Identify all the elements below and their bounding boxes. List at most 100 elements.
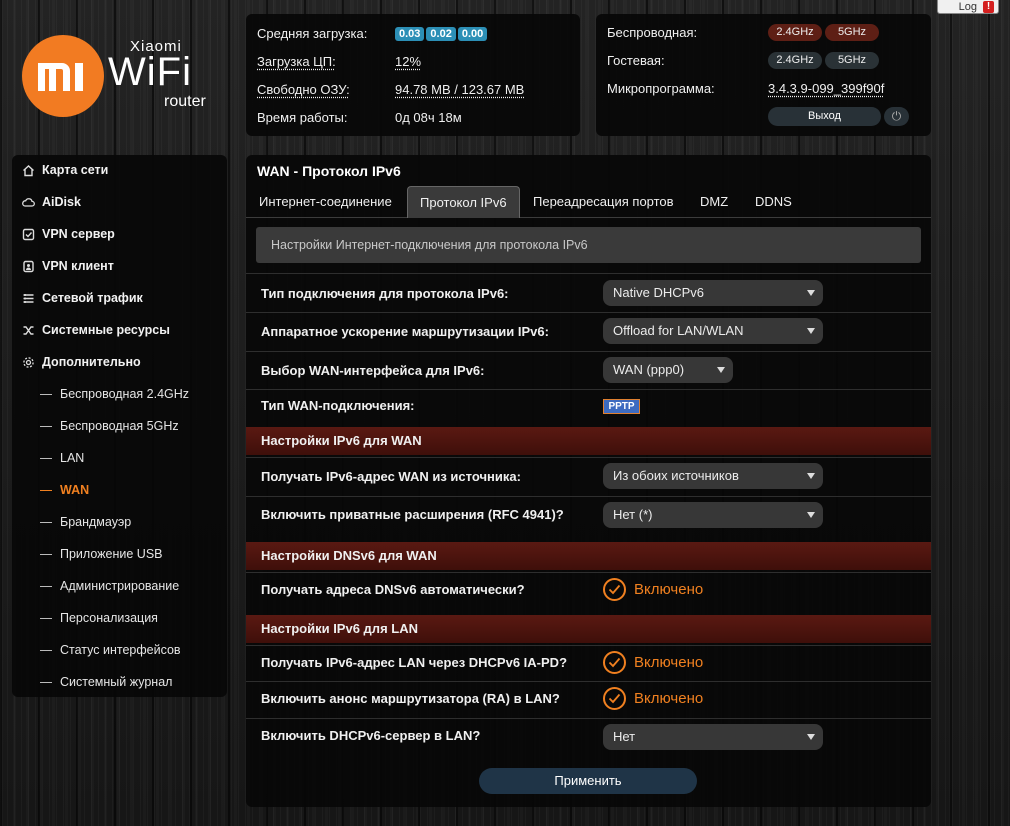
sidebar-subitem-syslog[interactable]: Системный журнал	[40, 672, 172, 692]
wireless-label: Беспроводная:	[607, 24, 698, 40]
addr-source-select[interactable]: Из обоих источников	[603, 463, 823, 489]
brand-big: WiFi	[108, 50, 192, 94]
sidebar-item-aidisk[interactable]: AiDisk	[22, 192, 81, 212]
cpu-label[interactable]: Загрузка ЦП:	[257, 54, 395, 69]
ram-row[interactable]: Свободно ОЗУ: 94.78 MB / 123.67 MB	[257, 79, 524, 99]
tab-port-forwarding[interactable]: Переадресация портов	[533, 186, 674, 217]
traffic-icon	[22, 292, 35, 305]
section-dnsv6-wan: Настройки DNSv6 для WAN	[246, 542, 931, 570]
privacy-select[interactable]: Нет (*)	[603, 502, 823, 528]
log-button[interactable]: Log !	[937, 0, 999, 14]
cloud-icon	[22, 196, 35, 209]
mi-logo-icon	[22, 35, 104, 117]
sidebar-item-advanced[interactable]: Дополнительно	[22, 352, 141, 372]
sidebar-subitem-lan[interactable]: LAN	[40, 448, 84, 468]
load-label: Средняя загрузка:	[257, 25, 368, 41]
sidebar-item-resources[interactable]: Системные ресурсы	[22, 320, 170, 340]
load-values: 0.03 0.02 0.00	[395, 25, 489, 41]
uptime-label: Время работы:	[257, 109, 348, 125]
sidebar-subitem-firewall[interactable]: Брандмауэр	[40, 512, 131, 532]
privacy-label: Включить приватные расширения (RFC 4941)…	[261, 507, 564, 522]
sidebar-subitem-label: Персонализация	[60, 611, 158, 625]
load-15m: 0.00	[457, 27, 488, 41]
sidebar-item-label: Дополнительно	[42, 355, 141, 369]
vpn-server-icon	[22, 228, 35, 241]
sidebar-item-label: Сетевой трафик	[42, 291, 143, 305]
dns-auto-row: Получать адреса DNSv6 автоматически? Вкл…	[246, 572, 931, 616]
sidebar-item-traffic[interactable]: Сетевой трафик	[22, 288, 143, 308]
sidebar-item-vpn-client[interactable]: VPN клиент	[22, 256, 114, 276]
firmware-value[interactable]: 3.4.3.9-099_399f90f	[768, 81, 884, 96]
page-title: WAN - Протокол IPv6	[257, 163, 401, 179]
tab-ddns[interactable]: DDNS	[755, 186, 792, 217]
wireless-24-badge[interactable]: 2.4GHz	[768, 23, 822, 41]
hw-accel-select[interactable]: Offload for LAN/WLAN	[603, 318, 823, 344]
cpu-value[interactable]: 12%	[395, 54, 421, 69]
dns-auto-label: Получать адреса DNSv6 автоматически?	[261, 582, 525, 597]
load-1m: 0.03	[395, 27, 425, 41]
hw-accel-value: Offload for LAN/WLAN	[613, 323, 744, 338]
wan-iface-value: WAN (ppp0)	[613, 362, 685, 377]
load-5m: 0.02	[426, 27, 456, 41]
dhcp-row: Включить DHCPv6-сервер в LAN? Нет	[246, 718, 931, 758]
cpu-row[interactable]: Загрузка ЦП: 12%	[257, 51, 421, 71]
firmware-row: Микропрограмма: 3.4.3.9-099_399f90f	[607, 78, 884, 98]
tab-ipv6[interactable]: Протокол IPv6	[407, 186, 520, 218]
dash-icon	[40, 585, 52, 587]
dash-icon	[40, 649, 52, 651]
home-icon	[22, 164, 35, 177]
section-ipv6-wan: Настройки IPv6 для WAN	[246, 427, 931, 455]
logout-button[interactable]: Выход	[768, 107, 881, 126]
iapd-toggle[interactable]: Включено	[603, 651, 703, 674]
conn-type-select[interactable]: Native DHCPv6	[603, 280, 823, 306]
sidebar: Карта сети AiDisk VPN сервер VPN клиент …	[12, 155, 227, 697]
sidebar-subitem-label: Статус интерфейсов	[60, 643, 181, 657]
addr-source-label: Получать IPv6-адрес WAN из источника:	[261, 469, 521, 484]
guest-24-badge[interactable]: 2.4GHz	[768, 51, 822, 69]
dash-icon	[40, 457, 52, 459]
sidebar-subitem-label: LAN	[60, 451, 85, 465]
sidebar-subitem-personalization[interactable]: Персонализация	[40, 608, 158, 628]
dhcp-label: Включить DHCPv6-сервер в LAN?	[261, 728, 481, 743]
sidebar-item-network-map[interactable]: Карта сети	[22, 160, 108, 180]
tab-dmz[interactable]: DMZ	[700, 186, 728, 217]
chevron-down-icon	[807, 473, 815, 479]
ra-toggle[interactable]: Включено	[603, 687, 703, 710]
sidebar-item-label: AiDisk	[42, 195, 81, 209]
conn-type-label: Тип подключения для протокола IPv6:	[261, 286, 509, 301]
ram-label[interactable]: Свободно ОЗУ:	[257, 82, 395, 97]
wan-iface-row: Выбор WAN-интерфейса для IPv6: WAN (ppp0…	[246, 351, 931, 389]
gear-icon	[22, 356, 35, 369]
dns-auto-toggle[interactable]: Включено	[603, 578, 703, 601]
dhcp-select[interactable]: Нет	[603, 724, 823, 750]
checkmark-icon	[603, 651, 626, 674]
sidebar-subitem-admin[interactable]: Администрирование	[40, 576, 179, 596]
guest-5-badge[interactable]: 5GHz	[825, 51, 879, 69]
checkmark-icon	[603, 578, 626, 601]
sidebar-subitem-wireless-5[interactable]: Беспроводная 5GHz	[40, 416, 179, 436]
sidebar-subitem-iface-status[interactable]: Статус интерфейсов	[40, 640, 181, 660]
hw-accel-label: Аппаратное ускорение маршрутизации IPv6:	[261, 324, 549, 339]
dash-icon	[40, 425, 52, 427]
chevron-down-icon	[807, 290, 815, 296]
tab-internet[interactable]: Интернет-соединение	[259, 186, 392, 217]
dash-icon	[40, 489, 52, 491]
hw-accel-row: Аппаратное ускорение маршрутизации IPv6:…	[246, 312, 931, 350]
dns-auto-value: Включено	[634, 581, 704, 598]
wireless-row: Беспроводная: 2.4GHz 5GHz	[607, 22, 882, 42]
ram-value[interactable]: 94.78 MB / 123.67 MB	[395, 82, 524, 97]
wan-iface-select[interactable]: WAN (ppp0)	[603, 357, 733, 383]
tab-bar: Интернет-соединение Протокол IPv6 Переад…	[246, 186, 931, 218]
apply-button[interactable]: Применить	[479, 768, 697, 794]
wireless-5-badge[interactable]: 5GHz	[825, 23, 879, 41]
sidebar-subitem-wireless-24[interactable]: Беспроводная 2.4GHz	[40, 384, 189, 404]
sidebar-subitem-wan[interactable]: WAN	[40, 480, 89, 500]
log-label: Log	[958, 0, 977, 13]
sidebar-subitem-usb[interactable]: Приложение USB	[40, 544, 163, 564]
addr-source-value: Из обоих источников	[613, 468, 739, 483]
section-ipv6-lan: Настройки IPv6 для LAN	[246, 615, 931, 643]
sidebar-item-vpn-server[interactable]: VPN сервер	[22, 224, 115, 244]
sidebar-item-label: Системные ресурсы	[42, 323, 170, 337]
notice-banner: Настройки Интернет-подключения для прото…	[256, 227, 921, 263]
power-icon[interactable]: ⏻	[884, 107, 909, 126]
